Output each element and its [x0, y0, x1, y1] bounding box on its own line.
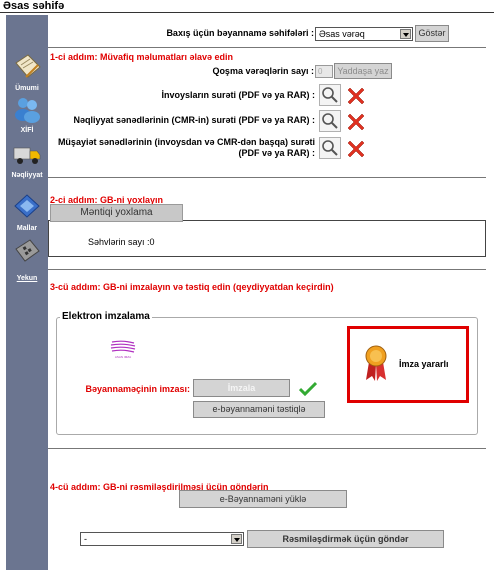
errors-count-label: Səhvlərin sayı :0	[88, 237, 155, 247]
invoice-copy-label: İnvoysların surəti (PDF və ya RAR) :	[161, 90, 315, 100]
confirm-declaration-button[interactable]: e-bəyannaməni təstiqlə	[193, 401, 325, 418]
invoice-view-button[interactable]	[319, 84, 341, 106]
attached-sheets-input[interactable]: 0	[315, 65, 333, 78]
sidebar: Ümumi XİFİ Nəqliyyat Mallar Yekun	[6, 15, 48, 570]
sidebar-item-yekun[interactable]: Yekun	[6, 275, 48, 282]
step1-title: 1-ci addım: Müvafiq məlumatları əlavə ed…	[50, 52, 234, 62]
show-button[interactable]: Göstər	[415, 25, 449, 42]
magnifier-icon	[322, 140, 338, 156]
electronic-signing-legend: Elektron imzalama	[60, 311, 152, 322]
send-select[interactable]: -	[80, 532, 244, 546]
divider	[48, 269, 486, 270]
attached-sheets-label: Qoşma vərəqlərin sayı :	[212, 66, 314, 76]
save-button[interactable]: Yaddaşa yaz	[334, 63, 392, 79]
divider	[48, 177, 486, 178]
view-pages-label: Baxış üçün bəyannamə səhifələri :	[166, 28, 314, 38]
sign-button[interactable]: İmzala	[193, 379, 290, 397]
sidebar-item-xifi[interactable]: XİFİ	[6, 127, 48, 134]
step3-title: 3-cü addım: GB-ni imzalayın və təstiq ed…	[50, 282, 334, 292]
chevron-down-icon	[231, 534, 242, 544]
award-ribbon-icon	[365, 345, 387, 381]
sidebar-item-umumi[interactable]: Ümumi	[6, 85, 48, 92]
chevron-down-icon	[400, 29, 411, 39]
invoice-delete-icon[interactable]	[345, 85, 367, 107]
other-docs-delete-icon[interactable]	[345, 138, 367, 160]
document-pen-icon[interactable]	[12, 53, 42, 81]
cmr-view-button[interactable]	[319, 110, 341, 132]
send-select-value: -	[84, 534, 87, 544]
page-title: Əsas səhifə	[3, 0, 65, 12]
upload-declaration-button[interactable]: e-Bəyannaməni yüklə	[179, 490, 347, 508]
asan-imza-logo[interactable]: ASAN IMZA	[108, 339, 138, 359]
divider	[48, 448, 486, 449]
view-pages-select-value: Əsas vərəq	[319, 29, 365, 39]
goods-icon[interactable]	[12, 192, 42, 220]
cmr-copy-label: Nəqliyyat sənədlərinin (CMR-in) surəti (…	[73, 115, 315, 125]
svg-text:ASAN IMZA: ASAN IMZA	[115, 355, 131, 359]
view-pages-select[interactable]: Əsas vərəq	[315, 27, 413, 41]
cmr-delete-icon[interactable]	[345, 111, 367, 133]
truck-icon[interactable]	[12, 140, 42, 168]
other-docs-label-1: Müşayiət sənədlərinin (invoysdan və CMR-…	[57, 137, 315, 147]
send-for-registration-button[interactable]: Rəsmiləşdirmək üçün göndər	[247, 530, 444, 548]
signature-valid-text: İmza yararlı	[399, 359, 449, 369]
signature-label: Bəyannaməçinin imzası:	[85, 384, 190, 394]
logic-check-button[interactable]: Məntiqi yoxlama	[50, 204, 183, 222]
errors-value: 0	[149, 237, 155, 247]
divider	[48, 47, 486, 48]
people-icon[interactable]	[12, 95, 42, 123]
magnifier-icon	[322, 113, 338, 129]
magnifier-icon	[322, 87, 338, 103]
sidebar-item-mallar[interactable]: Mallar	[6, 225, 48, 232]
calculator-icon[interactable]	[12, 237, 42, 265]
checkmark-icon	[299, 381, 317, 396]
sidebar-item-neqliyyat[interactable]: Nəqliyyat	[6, 172, 48, 179]
other-docs-view-button[interactable]	[319, 137, 341, 159]
title-divider	[0, 12, 494, 13]
errors-label: Səhvlərin sayı :	[88, 237, 150, 247]
other-docs-label-2: (PDF və ya RAR) :	[238, 148, 315, 158]
